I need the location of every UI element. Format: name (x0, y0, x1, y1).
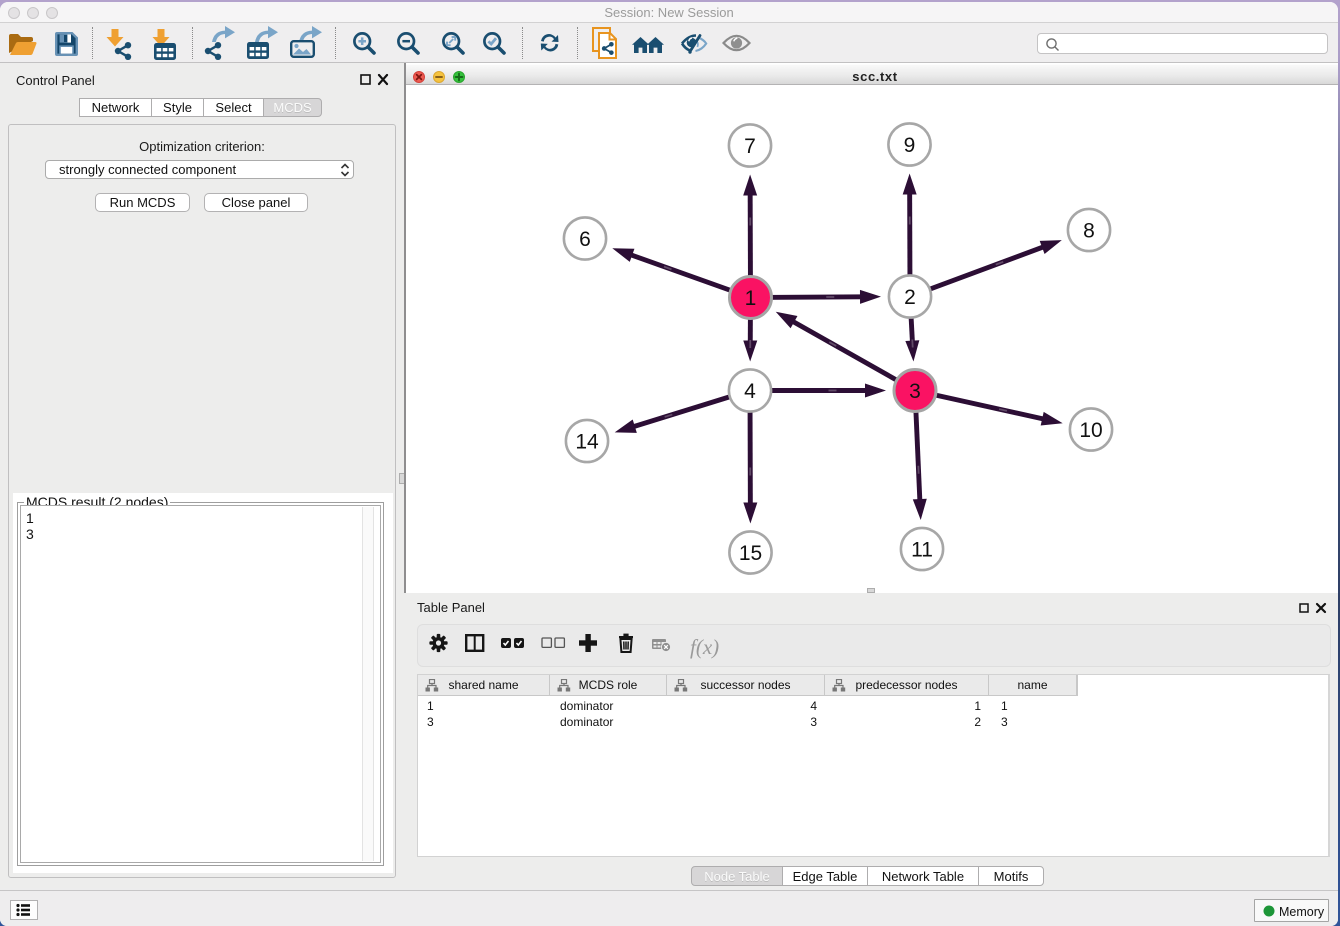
svg-text:9: 9 (904, 134, 916, 157)
svg-text:15: 15 (739, 542, 762, 565)
svg-text:6: 6 (579, 228, 591, 251)
svg-text:f(x): f(x) (690, 635, 719, 659)
svg-text:10: 10 (1079, 419, 1102, 442)
svg-text:11: 11 (911, 539, 933, 562)
svg-text:2: 2 (904, 286, 916, 309)
svg-text:1: 1 (745, 287, 757, 310)
svg-text:7: 7 (744, 135, 756, 158)
svg-text:3: 3 (909, 380, 921, 403)
svg-text:4: 4 (744, 380, 756, 403)
svg-text:14: 14 (575, 431, 599, 454)
svg-text:8: 8 (1083, 220, 1095, 243)
